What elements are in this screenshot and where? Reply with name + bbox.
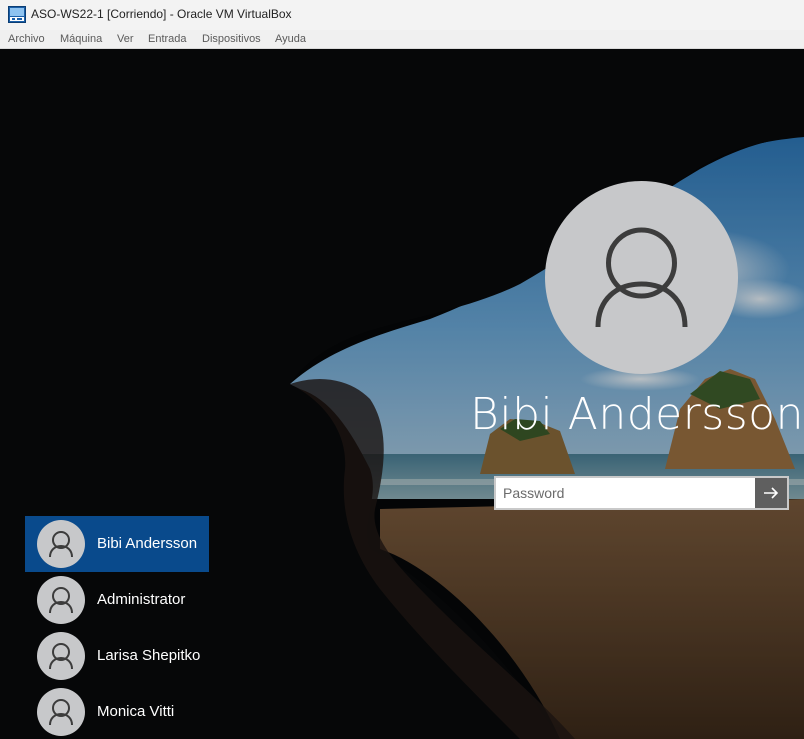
user-tile-label: Administrator	[97, 591, 186, 608]
user-tile-label: Bibi Andersson	[97, 535, 198, 552]
submit-button[interactable]	[755, 478, 787, 508]
menu-dispositivos[interactable]: Dispositivos	[202, 33, 261, 45]
user-avatar	[37, 576, 85, 624]
user-tile-label: Monica Vitti	[97, 703, 175, 720]
user-tile-larisa-shepitko[interactable]: Larisa Shepitko	[25, 628, 209, 684]
menu-maquina[interactable]: Máquina	[60, 33, 102, 45]
window-title: ASO-WS22-1 [Corriendo] - Oracle VM Virtu…	[31, 7, 292, 21]
password-field-container	[494, 476, 789, 510]
user-tile-administrator[interactable]: Administrator	[25, 572, 209, 628]
user-tile-monica-vitti[interactable]: Monica Vitti	[25, 684, 209, 739]
vm-display[interactable]: Bibi Andersson Bibi Andersson Administra…	[0, 49, 804, 739]
menu-archivo[interactable]: Archivo	[8, 33, 45, 45]
user-icon	[49, 643, 73, 670]
user-icon	[595, 227, 688, 328]
user-icon	[49, 531, 73, 558]
menu-ayuda[interactable]: Ayuda	[275, 33, 306, 45]
current-user-avatar	[545, 181, 738, 374]
password-input[interactable]	[496, 478, 755, 508]
user-avatar	[37, 688, 85, 736]
user-icon	[49, 699, 73, 726]
user-icon	[49, 587, 73, 614]
menu-ver[interactable]: Ver	[117, 33, 134, 45]
menu-entrada[interactable]: Entrada	[148, 33, 187, 45]
user-avatar	[37, 632, 85, 680]
user-tile-label: Larisa Shepitko	[97, 647, 201, 664]
user-tile-bibi-andersson[interactable]: Bibi Andersson	[25, 516, 209, 572]
arrow-right-icon	[764, 487, 779, 499]
current-username: Bibi Andersson	[470, 389, 804, 440]
user-avatar	[37, 520, 85, 568]
menu-bar: Archivo Máquina Ver Entrada Dispositivos…	[0, 30, 804, 49]
virtualbox-icon	[8, 6, 26, 23]
window-titlebar: ASO-WS22-1 [Corriendo] - Oracle VM Virtu…	[0, 0, 804, 30]
